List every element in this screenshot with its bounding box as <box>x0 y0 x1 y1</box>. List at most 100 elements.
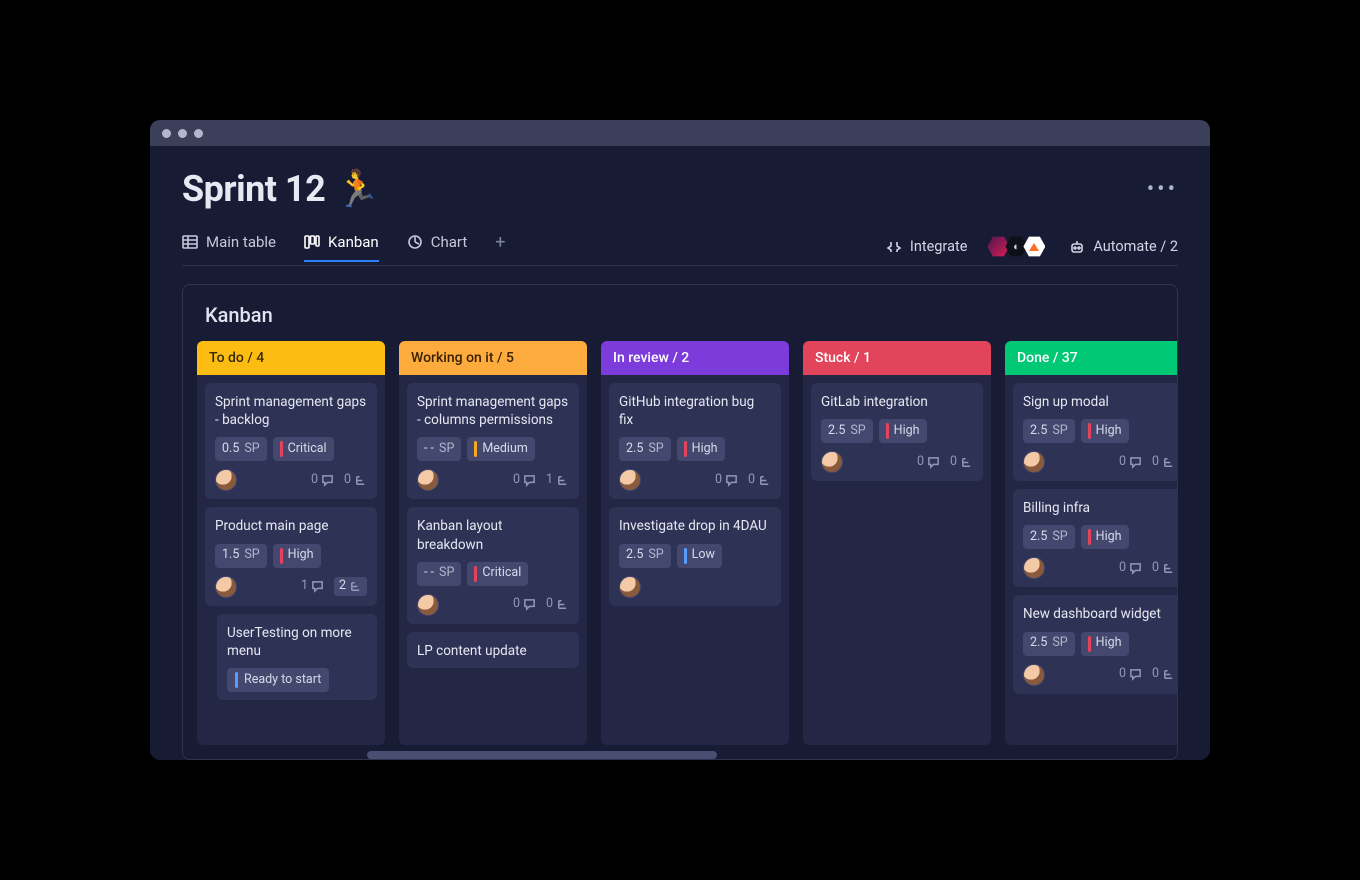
assignee-avatar[interactable] <box>1023 451 1045 473</box>
right-actions: Integrate ◐ Automate / 2 <box>886 236 1178 258</box>
card-title[interactable]: GitHub integration bug fix <box>619 393 771 429</box>
priority-chip[interactable]: Critical <box>467 562 528 586</box>
card-chips: 2.5SPHigh <box>821 419 973 443</box>
priority-chip[interactable]: High <box>273 544 321 568</box>
subitems-count[interactable]: 0 <box>1152 666 1175 683</box>
integrate-button[interactable]: Integrate <box>886 238 967 255</box>
integration-badges[interactable]: ◐ <box>991 236 1045 258</box>
card-title[interactable]: Billing infra <box>1023 499 1175 517</box>
comments-count[interactable]: 0 <box>513 472 536 489</box>
story-points-chip[interactable]: 2.5SP <box>1023 419 1075 443</box>
subitems-count[interactable]: 0 <box>344 472 367 489</box>
window-close-dot[interactable] <box>162 129 171 138</box>
subitems-count[interactable]: 0 <box>1152 560 1175 577</box>
card[interactable]: Investigate drop in 4DAU 2.5SPLow <box>609 507 781 605</box>
card-title[interactable]: UserTesting on more menu <box>227 624 367 660</box>
priority-chip[interactable]: Critical <box>273 437 334 461</box>
status-chip[interactable]: Ready to start <box>227 668 329 692</box>
card-title[interactable]: New dashboard widget <box>1023 605 1175 623</box>
priority-chip[interactable]: Low <box>677 544 722 568</box>
card[interactable]: GitHub integration bug fix 2.5SP High 00 <box>609 383 781 499</box>
assignee-avatar[interactable] <box>417 594 439 616</box>
story-points-chip[interactable]: - -SP <box>417 437 461 461</box>
card-title[interactable]: Kanban layout breakdown <box>417 517 569 553</box>
tab-main-table[interactable]: Main table <box>182 233 276 261</box>
card[interactable]: Product main page 1.5SPHigh 12 <box>205 507 377 605</box>
add-view-button[interactable]: + <box>495 232 505 261</box>
column-body: Sprint management gaps - backlog 0.5SPCri… <box>197 375 385 745</box>
assignee-avatar[interactable] <box>417 469 439 491</box>
priority-chip[interactable]: High <box>677 437 725 461</box>
comments-count[interactable]: 0 <box>1119 454 1142 471</box>
column-header[interactable]: To do / 4 <box>197 341 385 375</box>
card[interactable]: Sign up modal 2.5SPHigh 00 <box>1013 383 1177 481</box>
card[interactable]: UserTesting on more menu Ready to start <box>217 614 377 700</box>
card[interactable]: New dashboard widget 2.5SPHigh 00 <box>1013 595 1177 693</box>
comments-count[interactable]: 0 <box>715 472 738 489</box>
comments-count[interactable]: 1 <box>301 578 324 595</box>
card-title[interactable]: Sign up modal <box>1023 393 1175 411</box>
comments-count[interactable]: 0 <box>917 454 940 471</box>
card-title[interactable]: LP content update <box>417 642 569 660</box>
assignee-avatar[interactable] <box>619 576 641 598</box>
subitems-count[interactable]: 0 <box>1152 454 1175 471</box>
subitems-count[interactable]: 1 <box>546 472 569 489</box>
column-header[interactable]: In review / 2 <box>601 341 789 375</box>
card-title[interactable]: GitLab integration <box>821 393 973 411</box>
story-points-chip[interactable]: 1.5SP <box>215 544 267 568</box>
column-header[interactable]: Stuck / 1 <box>803 341 991 375</box>
assignee-avatar[interactable] <box>1023 664 1045 686</box>
story-points-chip[interactable]: 2.5SP <box>619 437 671 461</box>
card-title[interactable]: Sprint management gaps - backlog <box>215 393 367 429</box>
assignee-avatar[interactable] <box>821 451 843 473</box>
assignee-avatar[interactable] <box>215 576 237 598</box>
card[interactable]: GitLab integration 2.5SPHigh 00 <box>811 383 983 481</box>
card-title[interactable]: Product main page <box>215 517 367 535</box>
card[interactable]: Kanban layout breakdown - -SPCritical 00 <box>407 507 579 623</box>
assignee-avatar[interactable] <box>619 469 641 491</box>
column-body: Sign up modal2.5SPHigh00Billing infra2.5… <box>1005 375 1177 745</box>
window-min-dot[interactable] <box>178 129 187 138</box>
card[interactable]: Billing infra 2.5SPHigh 00 <box>1013 489 1177 587</box>
priority-chip[interactable]: Medium <box>467 437 534 461</box>
story-points-chip[interactable]: - -SP <box>417 562 461 586</box>
comments-count[interactable]: 0 <box>1119 666 1142 683</box>
card[interactable]: LP content update <box>407 632 579 668</box>
scrollbar-thumb[interactable] <box>367 751 717 759</box>
sp-value: 2.5 <box>626 441 643 458</box>
automate-button[interactable]: Automate / 2 <box>1069 238 1178 255</box>
tab-kanban[interactable]: Kanban <box>304 233 379 262</box>
story-points-chip[interactable]: 0.5SP <box>215 437 267 461</box>
card[interactable]: Sprint management gaps - backlog 0.5SPCri… <box>205 383 377 499</box>
subitems-count[interactable]: 0 <box>748 472 771 489</box>
card-title[interactable]: Sprint management gaps - columns permiss… <box>417 393 569 429</box>
assignee-avatar[interactable] <box>215 469 237 491</box>
subitems-count[interactable]: 0 <box>950 454 973 471</box>
comments-count[interactable]: 0 <box>1119 560 1142 577</box>
card-chips: 2.5SPHigh <box>1023 525 1175 549</box>
story-points-chip[interactable]: 2.5SP <box>1023 525 1075 549</box>
more-menu-icon[interactable]: ••• <box>1147 177 1178 202</box>
table-icon <box>182 234 198 250</box>
subitems-count[interactable]: 2 <box>334 577 367 596</box>
priority-chip[interactable]: High <box>1081 525 1129 549</box>
priority-chip[interactable]: High <box>1081 419 1129 443</box>
card-footer: 00 <box>1023 451 1175 473</box>
card-title[interactable]: Investigate drop in 4DAU <box>619 517 771 535</box>
story-points-chip[interactable]: 2.5SP <box>821 419 873 443</box>
column-header[interactable]: Working on it / 5 <box>399 341 587 375</box>
comments-count[interactable]: 0 <box>513 596 536 613</box>
horizontal-scrollbar[interactable] <box>197 751 1163 759</box>
column-header[interactable]: Done / 37 <box>1005 341 1177 375</box>
window-max-dot[interactable] <box>194 129 203 138</box>
subitems-count[interactable]: 0 <box>546 596 569 613</box>
story-points-chip[interactable]: 2.5SP <box>619 544 671 568</box>
priority-chip[interactable]: High <box>1081 632 1129 656</box>
priority-label: High <box>692 441 718 458</box>
comments-count[interactable]: 0 <box>311 472 334 489</box>
tab-chart[interactable]: Chart <box>407 233 468 261</box>
card[interactable]: Sprint management gaps - columns permiss… <box>407 383 579 499</box>
story-points-chip[interactable]: 2.5SP <box>1023 632 1075 656</box>
assignee-avatar[interactable] <box>1023 557 1045 579</box>
priority-chip[interactable]: High <box>879 419 927 443</box>
